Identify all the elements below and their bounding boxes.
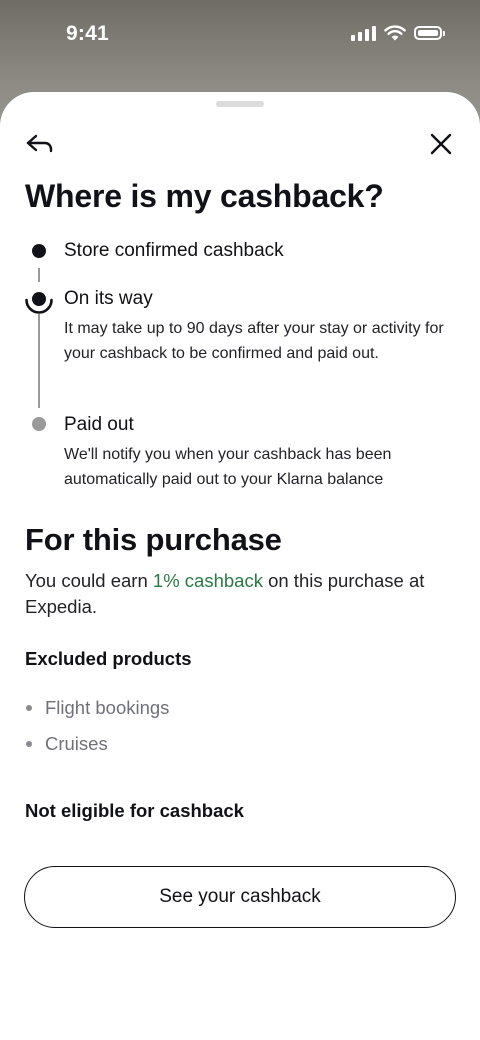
timeline-connector	[38, 314, 40, 408]
step-description-on-its-way: It may take up to 90 days after your sta…	[64, 320, 444, 362]
step-current-marker	[25, 292, 53, 314]
cellular-signal-icon	[351, 25, 376, 41]
step-label-paid-out: Paid out	[64, 414, 134, 435]
see-your-cashback-button[interactable]: See your cashback	[24, 866, 456, 928]
step-description-paid-out: We'll notify you when your cashback has …	[64, 446, 392, 488]
bottom-sheet: Where is my cashback? Store confirmed ca…	[0, 92, 480, 1040]
excluded-item-label: Flight bookings	[45, 697, 170, 718]
back-button[interactable]	[22, 126, 58, 162]
bullet-icon	[26, 741, 32, 747]
purchase-section-title: For this purchase	[25, 522, 282, 557]
sheet-title: Where is my cashback?	[25, 178, 384, 214]
bullet-icon	[26, 705, 32, 711]
close-icon	[430, 133, 452, 155]
battery-icon	[414, 26, 445, 40]
excluded-item-label: Cruises	[45, 733, 108, 754]
step-pending-dot	[32, 417, 46, 431]
sheet-grabber-handle[interactable]	[216, 101, 264, 107]
excluded-products-list: Flight bookings Cruises	[25, 690, 169, 762]
list-item: Cruises	[25, 726, 169, 762]
cashback-rate-highlight: 1% cashback	[152, 570, 263, 591]
status-bar: 9:41	[0, 0, 480, 70]
step-done-dot	[32, 244, 46, 258]
back-arrow-icon	[26, 134, 53, 153]
timeline-connector	[38, 268, 40, 282]
purchase-cashback-text: You could earn 1% cashback on this purch…	[25, 568, 465, 620]
close-button[interactable]	[423, 126, 459, 162]
purchase-text-before: You could earn	[25, 570, 153, 591]
not-eligible-heading: Not eligible for cashback	[25, 800, 244, 821]
excluded-products-heading: Excluded products	[25, 648, 192, 669]
status-time: 9:41	[66, 22, 109, 45]
list-item: Flight bookings	[25, 690, 169, 726]
step-label-confirmed: Store confirmed cashback	[64, 240, 284, 261]
status-icons	[351, 25, 445, 41]
wifi-icon	[384, 25, 406, 41]
step-label-on-its-way: On its way	[64, 288, 153, 309]
